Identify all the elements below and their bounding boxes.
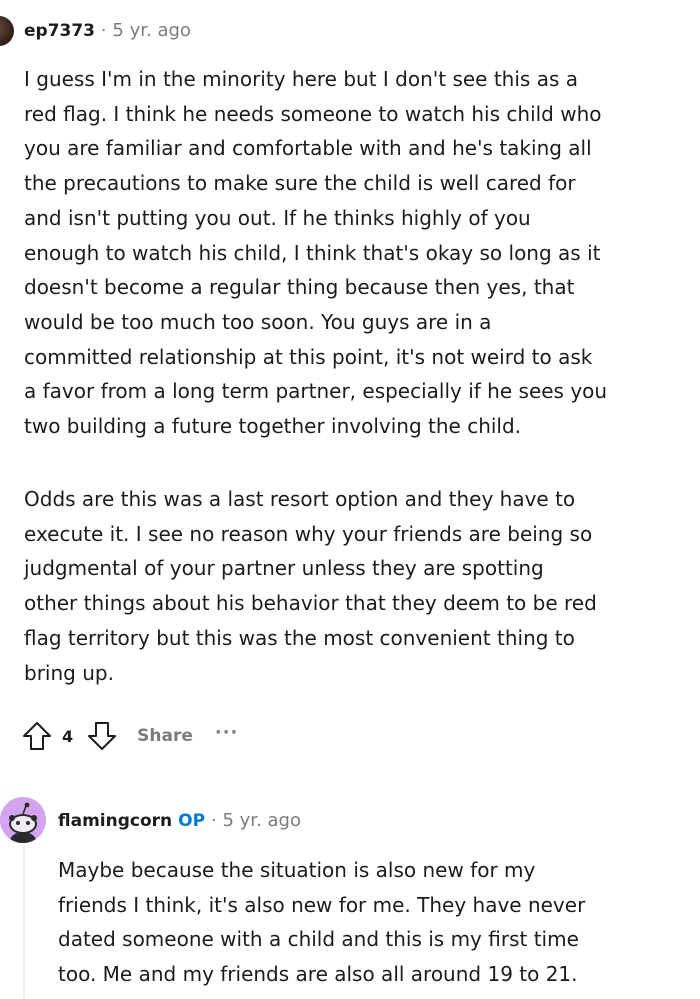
user-avatar[interactable] [0, 16, 14, 46]
share-button[interactable]: Share [137, 726, 193, 746]
comment-paragraph: I guess I'm in the minority here but I d… [24, 62, 694, 444]
comment-text-line: two building a future together involving… [24, 414, 522, 439]
comment-text-line: red flag. I think he needs someone to wa… [24, 101, 602, 126]
comment-timestamp[interactable]: 5 yr. ago [222, 810, 301, 831]
comment-username[interactable]: ep7373 [24, 21, 95, 41]
comment-text-line: other things about his behavior that the… [24, 591, 597, 616]
comment-thread: ep7373 · 5 yr. ago I guess I'm in the mi… [0, 0, 700, 999]
downvote-arrow-icon[interactable] [85, 719, 119, 753]
comment-text-line: would be too much too soon. You guys are… [24, 309, 492, 334]
comment-text-line: a favor from a long term partner, especi… [24, 379, 608, 404]
comment-text-line: Odds are this was a last resort option a… [24, 487, 576, 511]
thread-line[interactable] [23, 846, 25, 999]
comment-meta: flamingcorn OP · 5 yr. ago [58, 810, 301, 831]
comment-text-line: flag territory but this was the most con… [24, 625, 575, 650]
upvote-arrow-icon[interactable] [20, 719, 54, 753]
vote-count: 4 [62, 726, 74, 746]
comment-text-line: dated someone with a child and this is m… [58, 927, 579, 952]
comment-text-line: I guess I'm in the minority here but I d… [24, 67, 578, 91]
comment-action-bar: 4 Share ··· [20, 716, 238, 756]
more-options-button[interactable]: ··· [215, 722, 239, 743]
comment-username[interactable]: flamingcorn [58, 811, 172, 831]
snoo-avatar-icon [0, 797, 46, 843]
comment-text-line: the precautions to make sure the child i… [24, 171, 576, 196]
comment-text-line: Maybe because the situation is also new … [58, 858, 536, 882]
comment-text-line: doesn't become a regular thing because t… [24, 275, 575, 300]
user-avatar[interactable] [0, 797, 46, 843]
comment-timestamp[interactable]: 5 yr. ago [112, 20, 191, 41]
comment-text-line: friends I think, it's also new for me. T… [58, 892, 586, 917]
comment-text-line: bring up. [24, 660, 114, 685]
op-badge: OP [178, 811, 206, 831]
meta-separator: · [101, 21, 107, 41]
comment-text-line: execute it. I see no reason why your fri… [24, 521, 593, 546]
comment-text-line: judgmental of your partner unless they a… [24, 556, 544, 581]
comment-text-line: and isn't putting you out. If he thinks … [24, 205, 531, 230]
comment-text-line: committed relationship at this point, it… [24, 344, 593, 369]
comment-text-line: too. Me and my friends are also all arou… [58, 962, 578, 987]
comment-paragraph: Maybe because the situation is also new … [58, 853, 698, 992]
comment-paragraph: Odds are this was a last resort option a… [24, 482, 694, 690]
comment-text-line: enough to watch his child, I think that'… [24, 240, 601, 265]
comment-text-line: you are familiar and comfortable with an… [24, 136, 592, 161]
meta-separator: · [211, 811, 217, 831]
comment-meta: ep7373 · 5 yr. ago [24, 20, 191, 41]
